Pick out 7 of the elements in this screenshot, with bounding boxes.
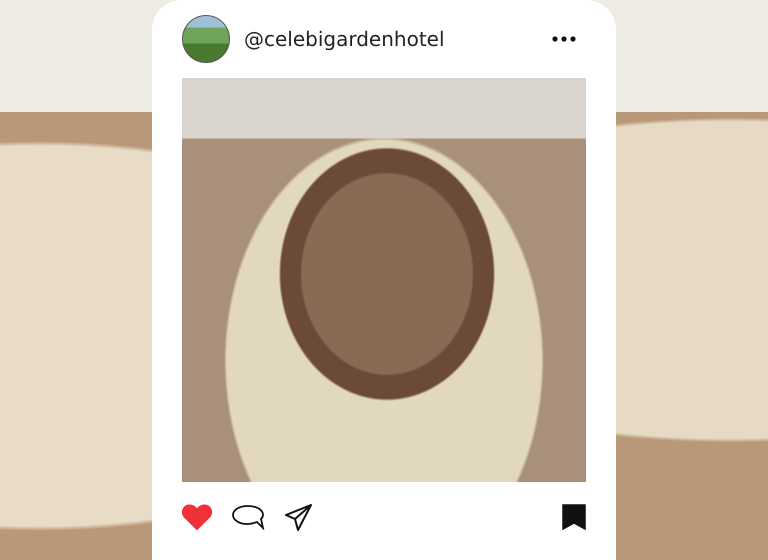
username[interactable]: @celebigardenhotel [244, 27, 538, 51]
bookmark-icon[interactable] [562, 504, 586, 530]
avatar-icon[interactable] [182, 15, 230, 63]
more-options-icon[interactable] [552, 36, 576, 42]
speech-bubble-icon[interactable] [232, 504, 265, 530]
heart-icon[interactable] [182, 504, 212, 530]
paper-plane-icon[interactable] [285, 504, 313, 530]
